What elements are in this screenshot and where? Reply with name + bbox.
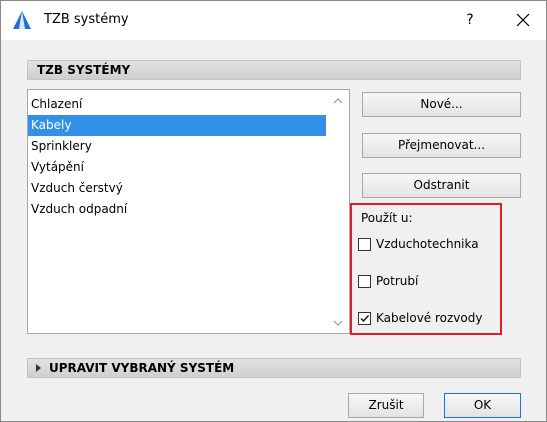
title-bar: TZB systémy ? (1, 1, 546, 40)
list-item[interactable]: Vytápění (28, 157, 326, 178)
new-button[interactable]: Nové... (362, 92, 521, 117)
rename-button[interactable]: Přejmenovat... (362, 133, 521, 158)
scroll-up-icon[interactable] (329, 94, 347, 108)
remove-button[interactable]: Odstranit (362, 173, 521, 198)
scroll-down-icon[interactable] (329, 316, 347, 330)
checkbox[interactable] (358, 275, 371, 288)
usage-option-label: Kabelové rozvody (376, 311, 483, 325)
list-item[interactable]: Kabely (28, 115, 326, 136)
tzb-systems-dialog: TZB systémy ? TZB SYSTÉMY Chlazení Kabel… (0, 0, 547, 422)
archicad-logo-icon (13, 11, 31, 29)
edit-system-section-title: UPRAVIT VYBRANÝ SYSTÉM (49, 361, 235, 375)
usage-option-label: Vzduchotechnika (376, 237, 479, 251)
checkbox[interactable] (358, 312, 371, 325)
usage-option-label: Potrubí (376, 274, 419, 288)
help-button[interactable]: ? (457, 8, 483, 32)
ok-button[interactable]: OK (444, 393, 521, 418)
systems-section-title: TZB SYSTÉMY (37, 63, 131, 77)
edit-system-section-header[interactable]: UPRAVIT VYBRANÝ SYSTÉM (27, 358, 521, 378)
systems-list[interactable]: Chlazení Kabely Sprinklery Vytápění Vzdu… (27, 89, 350, 334)
systems-section-header: TZB SYSTÉMY (27, 60, 521, 80)
list-item[interactable]: Vzduch čerstvý (28, 178, 326, 199)
list-item[interactable]: Chlazení (28, 94, 326, 115)
expand-triangle-icon[interactable] (36, 364, 41, 372)
usage-label: Použít u: (361, 211, 413, 225)
checkmark-icon (360, 315, 370, 323)
cancel-button[interactable]: Zrušit (348, 393, 424, 418)
help-icon: ? (466, 12, 474, 28)
list-item[interactable]: Sprinklery (28, 136, 326, 157)
list-item[interactable]: Vzduch odpadní (28, 199, 326, 220)
checkbox[interactable] (358, 238, 371, 251)
close-icon[interactable] (509, 8, 535, 32)
window-title: TZB systémy (44, 12, 129, 27)
